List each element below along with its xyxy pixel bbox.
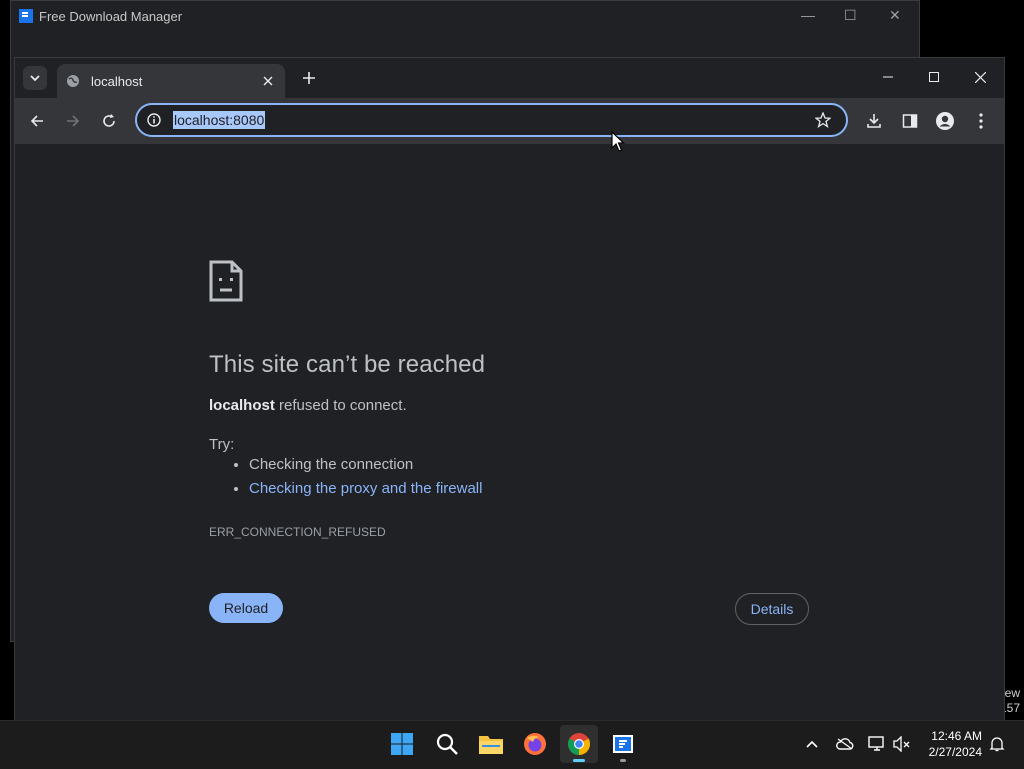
show-hidden-icons-button[interactable]	[801, 733, 823, 755]
close-window-button[interactable]	[957, 58, 1003, 96]
kebab-menu-icon	[979, 113, 983, 129]
side-panel-button[interactable]	[896, 107, 924, 135]
minimize-icon	[883, 76, 893, 78]
chevron-up-icon	[806, 740, 818, 748]
volume-button[interactable]	[891, 733, 913, 755]
url-text[interactable]: localhost:8080	[173, 111, 266, 129]
globe-icon	[65, 73, 81, 89]
file-explorer-button[interactable]	[472, 725, 510, 763]
error-title: This site can’t be reached	[209, 351, 486, 378]
profile-button[interactable]	[931, 107, 959, 135]
clock-date: 2/27/2024	[928, 745, 982, 759]
running-indicator	[620, 759, 626, 762]
tab-title: localhost	[91, 73, 143, 89]
onedrive-button[interactable]	[834, 733, 856, 755]
downloads-button[interactable]	[860, 107, 888, 135]
network-button[interactable]	[866, 733, 888, 755]
forward-button[interactable]	[58, 106, 88, 136]
network-icon	[868, 736, 884, 751]
taskbar: 12:46 AM 2/27/2024	[0, 720, 1024, 769]
fdm-title: Free Download Manager	[39, 8, 183, 24]
plus-icon	[303, 72, 315, 84]
fdm-logo-icon	[19, 9, 33, 23]
close-icon[interactable]	[259, 72, 277, 90]
error-desc-text: refused to connect.	[274, 397, 407, 414]
error-description: localhost refused to connect.	[209, 397, 407, 414]
firefox-button[interactable]	[516, 725, 554, 763]
tab-localhost[interactable]: localhost	[57, 64, 285, 98]
minimize-icon[interactable]: —	[801, 7, 815, 23]
details-button[interactable]: Details	[735, 593, 809, 625]
folder-icon	[479, 736, 503, 754]
tab-strip: localhost	[15, 58, 1004, 98]
close-icon[interactable]: ✕	[889, 7, 901, 24]
reload-icon	[103, 114, 115, 127]
info-icon[interactable]	[145, 111, 163, 129]
maximize-icon	[929, 72, 939, 82]
tab-search-button[interactable]	[23, 66, 47, 90]
maximize-icon[interactable]: ☐	[844, 7, 857, 24]
fdm-titlebar: Free Download Manager — ☐ ✕	[11, 1, 919, 31]
arrow-right-icon	[67, 115, 80, 127]
search-icon	[436, 733, 458, 755]
desktop-text: ew	[1004, 686, 1020, 700]
chrome-taskbar-button[interactable]	[560, 725, 598, 763]
fdm-icon	[613, 735, 633, 753]
toolbar: localhost:8080	[15, 98, 1004, 144]
list-item: Checking the connection	[249, 456, 482, 474]
error-host: localhost	[209, 397, 275, 414]
new-tab-button[interactable]	[298, 67, 320, 89]
search-button[interactable]	[428, 725, 466, 763]
volume-muted-icon	[893, 736, 910, 752]
cloud-icon	[836, 738, 854, 750]
maximize-button[interactable]	[911, 58, 957, 96]
download-icon	[867, 114, 881, 128]
minimize-button[interactable]	[865, 58, 911, 96]
active-indicator	[573, 759, 585, 762]
notifications-button[interactable]	[986, 733, 1008, 755]
chrome-window: localhost localhost:8080 This site can’t…	[14, 57, 1005, 722]
fdm-taskbar-button[interactable]	[604, 725, 642, 763]
chevron-down-icon	[30, 75, 40, 82]
reload-page-button[interactable]: Reload	[209, 593, 283, 623]
reload-button[interactable]	[94, 106, 124, 136]
proxy-firewall-link[interactable]: Checking the proxy and the firewall	[249, 480, 482, 497]
side-panel-icon	[902, 114, 918, 128]
clock-time: 12:46 AM	[931, 729, 982, 743]
address-bar[interactable]: localhost:8080	[135, 103, 848, 137]
try-label: Try:	[209, 436, 235, 453]
error-page: This site can’t be reached localhost ref…	[15, 144, 1004, 721]
star-icon[interactable]	[814, 111, 832, 129]
chrome-icon	[568, 733, 590, 755]
error-code: ERR_CONNECTION_REFUSED	[209, 525, 386, 539]
bell-icon	[989, 737, 1005, 752]
back-button[interactable]	[22, 106, 52, 136]
menu-button[interactable]	[967, 107, 995, 135]
arrow-left-icon	[30, 115, 43, 127]
windows-icon	[391, 733, 413, 755]
avatar-icon	[936, 112, 954, 130]
suggestion-list: Checking the connection Checking the pro…	[231, 456, 482, 504]
start-button[interactable]	[383, 725, 421, 763]
mouse-cursor-icon	[611, 131, 625, 152]
close-icon	[974, 71, 986, 83]
clock[interactable]: 12:46 AM 2/27/2024	[929, 728, 982, 760]
list-item: Checking the proxy and the firewall	[249, 480, 482, 498]
sad-document-icon	[209, 260, 243, 302]
firefox-icon	[524, 733, 546, 755]
